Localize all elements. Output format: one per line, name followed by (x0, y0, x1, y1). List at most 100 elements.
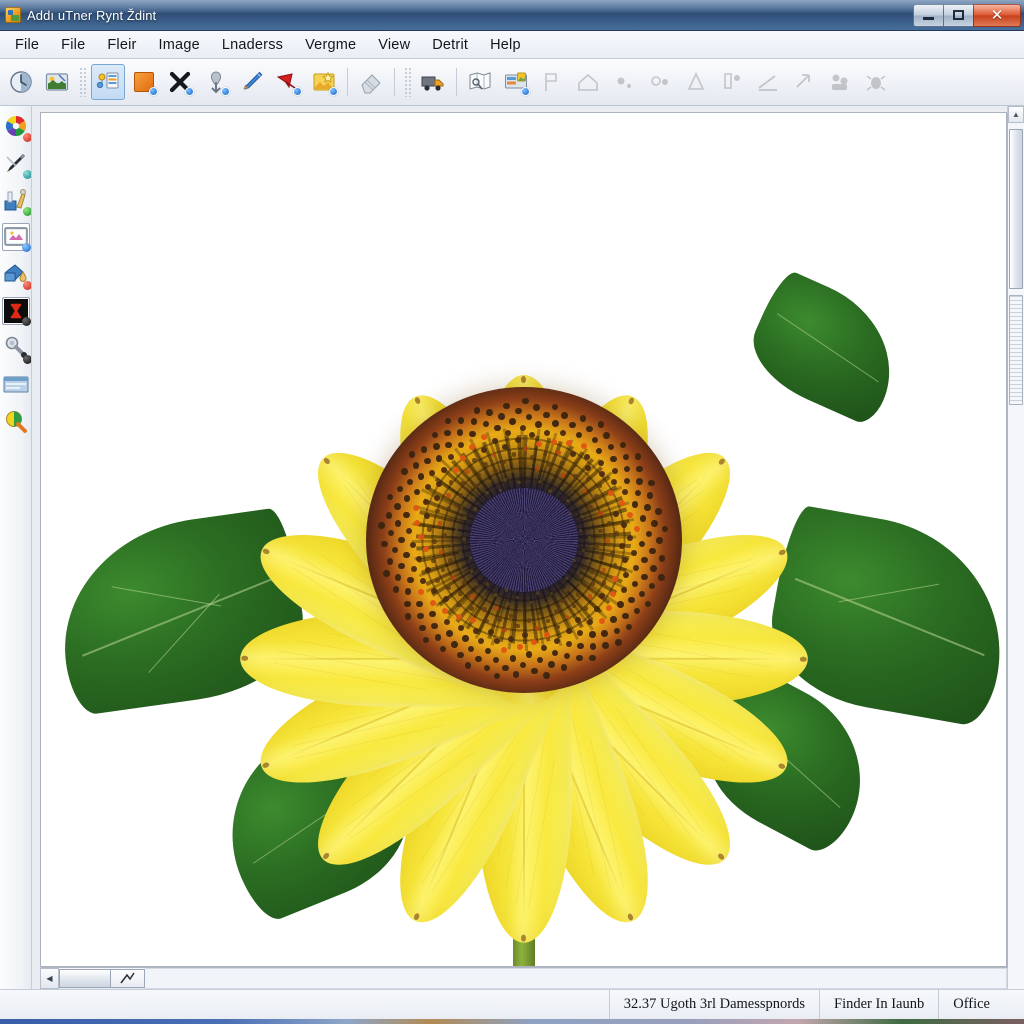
disc-floret (519, 461, 524, 466)
shape-ramp-button[interactable] (751, 64, 785, 100)
disc-floret (559, 486, 564, 490)
vertical-scroll-thumb[interactable] (1009, 129, 1023, 289)
pencil-button[interactable] (235, 64, 269, 100)
disc-floret (622, 556, 629, 563)
menu-item-vergme[interactable]: Vergme (294, 33, 367, 57)
disc-floret (394, 574, 402, 581)
disc-floret (414, 519, 421, 526)
disc-floret (515, 623, 520, 629)
text-cursor-tool[interactable] (1, 297, 31, 326)
status-finder: Finder In Iaunb (819, 990, 938, 1019)
disc-floret (484, 647, 492, 655)
orange-square-button[interactable] (127, 64, 161, 100)
window-controls: ✕ (913, 3, 1021, 27)
menu-item-file-2[interactable]: File (50, 33, 96, 57)
truck-export-button[interactable] (416, 64, 450, 100)
disc-floret (628, 596, 635, 604)
color-wheel-tool[interactable] (2, 112, 31, 142)
disc-floret (480, 433, 487, 440)
disc-floret (598, 511, 603, 517)
shape-flag-button[interactable] (535, 64, 569, 100)
disc-floret (457, 441, 464, 448)
maximize-button[interactable] (943, 3, 973, 27)
scroll-left-button[interactable]: ◀ (40, 968, 59, 989)
screen-preview-tool[interactable] (1, 223, 31, 252)
toolbar-grip-1[interactable] (79, 67, 86, 97)
disc-floret (549, 475, 553, 479)
status-bar: 32.37 Ugoth 3rl Damesspnords Finder In I… (0, 989, 1024, 1019)
vertical-scroll-thumb-secondary[interactable] (1009, 295, 1023, 405)
disc-floret (572, 558, 577, 563)
shape-group-button[interactable] (823, 64, 857, 100)
disc-floret (512, 671, 520, 678)
disc-floret (582, 488, 588, 494)
disc-floret (536, 441, 543, 448)
menu-item-file-1[interactable]: File (4, 33, 50, 57)
disc-floret (505, 430, 512, 437)
disc-floret (475, 655, 482, 663)
brush-pencil-tool[interactable] (2, 149, 31, 179)
tool-badge (22, 133, 31, 142)
shape-arrow-button[interactable] (787, 64, 821, 100)
menu-item-lnaderss[interactable]: Lnaderss (211, 33, 294, 57)
disc-floret (565, 641, 572, 648)
menu-item-help[interactable]: Help (479, 33, 532, 57)
shape-dot-button[interactable] (607, 64, 641, 100)
eraser-button[interactable] (354, 64, 388, 100)
window-frame-icon (3, 376, 28, 393)
image-star-button[interactable] (307, 64, 341, 100)
menu-item-fleir[interactable]: Fleir (96, 33, 147, 57)
import-image-button[interactable] (499, 64, 533, 100)
disc-floret (459, 454, 466, 461)
menu-item-image[interactable]: Image (148, 33, 211, 57)
disc-floret (575, 431, 583, 439)
toolbar-grip-2[interactable] (404, 67, 411, 97)
window-frame-tool[interactable] (2, 371, 30, 399)
disc-floret (404, 613, 412, 620)
disc-floret (575, 617, 582, 624)
disc-floret (617, 601, 624, 608)
shape-people-button[interactable] (715, 64, 749, 100)
close-button[interactable]: ✕ (973, 3, 1021, 27)
disc-floret (420, 446, 428, 453)
minimize-button[interactable] (913, 3, 943, 27)
horizontal-scroll-track[interactable] (145, 968, 1007, 989)
vertical-scrollbar[interactable]: ▲ (1007, 106, 1024, 989)
disc-floret (424, 567, 431, 574)
globe-clock-button[interactable] (4, 64, 38, 100)
pin-marker-button[interactable] (199, 64, 233, 100)
delete-cross-button[interactable] (163, 64, 197, 100)
disc-floret (571, 486, 575, 490)
magnifier-wrench-tool[interactable] (2, 334, 31, 364)
paint-supplies-tool[interactable] (2, 186, 31, 216)
disc-floret (401, 468, 408, 475)
paint-bucket-tool[interactable] (2, 260, 31, 290)
shape-circle-button[interactable] (643, 64, 677, 100)
horizontal-scroll-thumb[interactable] (59, 969, 111, 988)
menu-item-detrit[interactable]: Detrit (421, 33, 479, 57)
disc-floret (482, 607, 487, 612)
vertical-scroll-track[interactable] (1008, 123, 1024, 989)
shape-house-button[interactable] (571, 64, 605, 100)
disc-floret (404, 600, 411, 608)
horizontal-scrollbar[interactable]: ◀ (40, 967, 1007, 989)
image-canvas[interactable] (40, 112, 1007, 967)
disc-floret (535, 626, 540, 632)
disc-floret (469, 555, 473, 560)
picture-preview-button[interactable] (40, 64, 74, 100)
disc-floret (587, 558, 591, 563)
scroll-up-button[interactable]: ▲ (1008, 106, 1024, 123)
color-picker-tool[interactable] (2, 408, 30, 436)
layers-panel-button[interactable] (91, 64, 125, 100)
tool-badge (22, 355, 31, 364)
menu-item-view[interactable]: View (367, 33, 421, 57)
disc-floret (613, 510, 620, 517)
shape-person-button[interactable] (679, 64, 713, 100)
shape-bug-button[interactable] (859, 64, 893, 100)
horizontal-scroll-thumb-secondary[interactable] (111, 969, 145, 988)
disc-floret (535, 466, 540, 472)
disc-floret (463, 516, 467, 520)
disc-floret (448, 480, 454, 485)
red-arrow-button[interactable] (271, 64, 305, 100)
map-region-button[interactable] (463, 64, 497, 100)
